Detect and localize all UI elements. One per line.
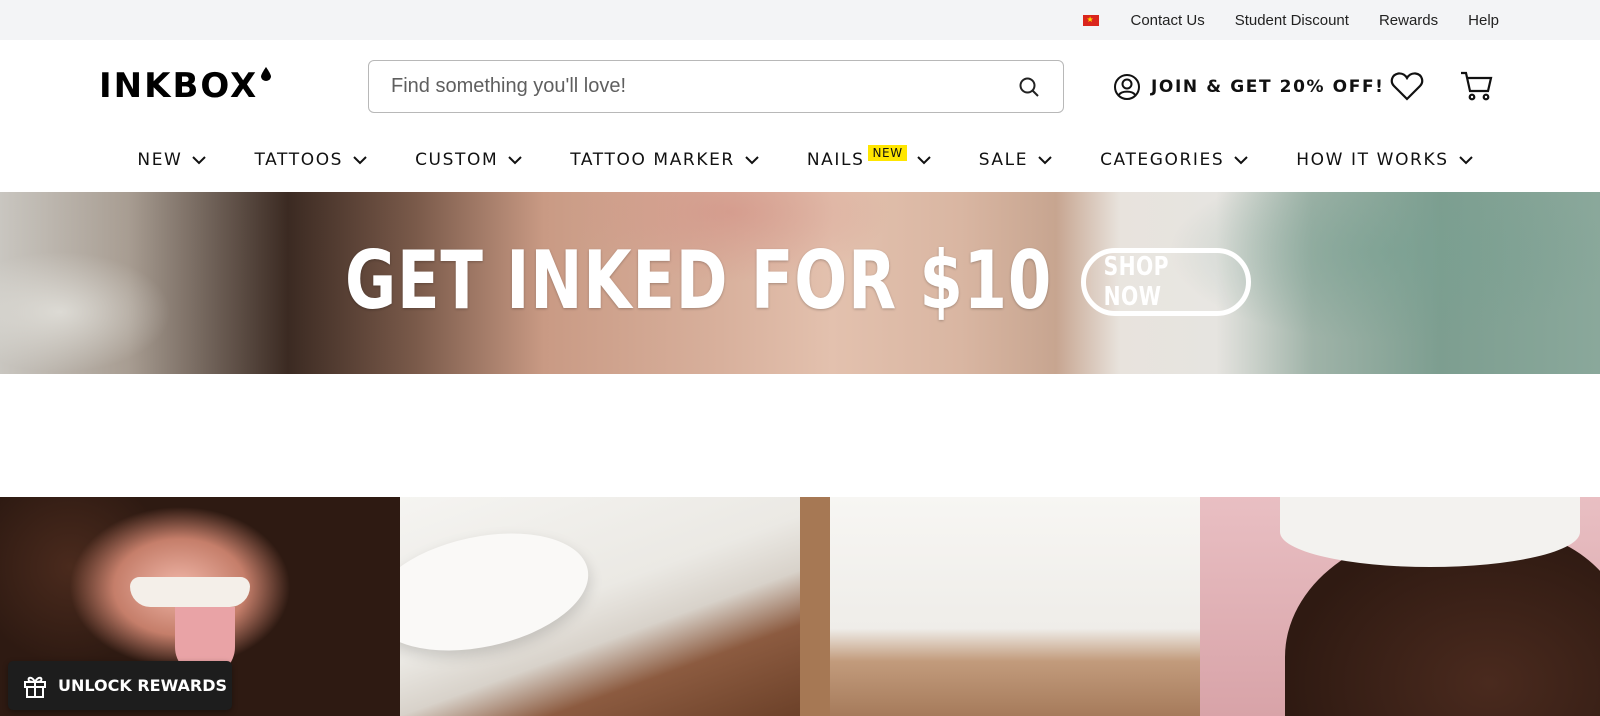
nav-label: TATTOOS <box>254 150 344 170</box>
nav-label: CUSTOM <box>415 150 499 170</box>
promo-banner[interactable]: GET INKED FOR $10 SHOP NOW <box>0 192 1600 374</box>
chevron-down-icon <box>353 155 367 164</box>
new-badge: NEW <box>868 145 907 161</box>
chevron-down-icon <box>1458 155 1473 164</box>
join-button[interactable]: JOIN & GET 20% OFF! <box>1113 73 1385 101</box>
chevron-down-icon <box>745 155 759 164</box>
nav-item-categories[interactable]: CATEGORIES <box>1100 150 1248 170</box>
nav-item-custom[interactable]: CUSTOM <box>415 150 522 170</box>
join-label: JOIN & GET 20% OFF! <box>1151 77 1385 97</box>
gift-icon <box>24 676 46 698</box>
account-icon <box>1114 74 1140 100</box>
nav-item-how-it-works[interactable]: HOW IT WORKS <box>1296 150 1473 170</box>
unlock-rewards-button[interactable]: UNLOCK REWARDS <box>8 661 232 710</box>
nav-item-tattoos[interactable]: TATTOOS <box>254 150 367 170</box>
search-icon[interactable] <box>1017 75 1041 99</box>
search-bar <box>368 60 1064 113</box>
nav-item-tattoo-marker[interactable]: TATTOO MARKER <box>570 150 759 170</box>
site-header: INKBOX JOIN & GET 20% OFF! <box>0 40 1600 132</box>
nav-label: NAILS <box>806 150 865 170</box>
tile-image[interactable] <box>800 497 1200 716</box>
utility-bar: Contact Us Student Discount Rewards Help <box>0 0 1600 40</box>
shop-now-button[interactable]: SHOP NOW <box>1081 248 1251 316</box>
video-tiles <box>0 497 1600 716</box>
nav-label: HOW IT WORKS <box>1296 150 1449 170</box>
ink-drop-icon <box>261 67 272 81</box>
rewards-label: UNLOCK REWARDS <box>58 676 228 695</box>
chevron-down-icon <box>192 155 207 164</box>
contact-us-link[interactable]: Contact Us <box>1131 12 1205 29</box>
logo-text: INKBOX <box>99 66 259 106</box>
chevron-down-icon <box>1234 155 1248 164</box>
shop-now-label: SHOP NOW <box>1103 252 1169 312</box>
nav-label: SALE <box>978 150 1029 170</box>
cart-icon[interactable] <box>1460 70 1494 102</box>
tile-image[interactable] <box>1200 497 1600 716</box>
banner-title: GET INKED FOR $10 <box>345 234 1053 327</box>
chevron-down-icon <box>508 155 522 164</box>
main-nav: NEW TATTOOS CUSTOM TATTOO MARKER NAILS N… <box>0 132 1600 188</box>
help-link[interactable]: Help <box>1468 12 1499 29</box>
search-input[interactable] <box>391 75 1017 98</box>
vietnam-flag-icon[interactable] <box>1082 14 1099 26</box>
nav-item-new[interactable]: NEW <box>137 150 207 170</box>
nav-item-nails[interactable]: NAILS NEW <box>806 145 931 170</box>
chevron-down-icon <box>1038 155 1052 164</box>
nav-label: NEW <box>137 150 183 170</box>
inkbox-logo[interactable]: INKBOX <box>99 66 272 106</box>
tile-image[interactable] <box>400 497 800 716</box>
nav-label: CATEGORIES <box>1100 150 1225 170</box>
heart-icon[interactable] <box>1390 70 1424 102</box>
nav-label: TATTOO MARKER <box>570 150 735 170</box>
chevron-down-icon <box>916 155 931 164</box>
nav-item-sale[interactable]: SALE <box>979 150 1052 170</box>
rewards-link[interactable]: Rewards <box>1379 12 1438 29</box>
student-discount-link[interactable]: Student Discount <box>1235 12 1349 29</box>
